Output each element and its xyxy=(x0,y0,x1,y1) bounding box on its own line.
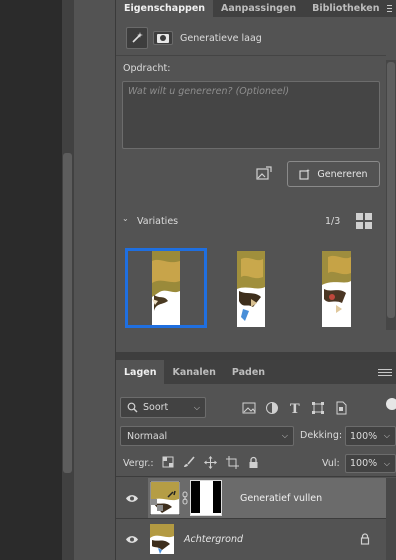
chevron-down-icon: ⌵ xyxy=(281,431,288,440)
generate-button[interactable]: Genereren xyxy=(287,161,380,187)
chevron-down-icon: ⌵ xyxy=(193,402,200,412)
opacity-value: 100% xyxy=(350,430,378,442)
lock-icons xyxy=(162,455,272,469)
variation-2-image xyxy=(237,251,265,327)
fill-input[interactable]: 100% ⌵ xyxy=(345,454,396,473)
canvas-area xyxy=(0,0,62,560)
grid-view-icon[interactable] xyxy=(356,213,372,229)
lock-icon[interactable] xyxy=(360,533,370,545)
variation-2[interactable] xyxy=(237,251,265,327)
opacity-label: Dekking: xyxy=(300,430,343,441)
tab-eigenschappen[interactable]: Eigenschappen xyxy=(116,0,214,17)
prompt-input[interactable]: Wat wilt u genereren? (Optioneel) xyxy=(122,81,380,149)
layer-mask-thumbnail[interactable] xyxy=(190,480,222,516)
variations-label: Variaties xyxy=(137,216,179,227)
variations-counter: 1/3 xyxy=(325,216,341,227)
layer-row-generatief-vullen[interactable]: Generatief vullen xyxy=(116,478,396,518)
tab-kanalen[interactable]: Kanalen xyxy=(164,360,223,384)
layer-row-achtergrond[interactable]: Achtergrond xyxy=(116,519,396,559)
chevron-down-icon: ⌵ xyxy=(383,431,390,440)
opacity-input[interactable]: 100% ⌵ xyxy=(345,426,396,446)
blend-mode-select[interactable]: Normaal ⌵ xyxy=(120,426,294,446)
generate-button-label: Genereren xyxy=(317,168,368,180)
blend-mode-value: Normaal xyxy=(127,430,168,442)
layer-thumbnail xyxy=(150,524,174,554)
panel-divider xyxy=(116,352,396,360)
variation-3-image xyxy=(322,251,351,327)
mask-icon[interactable] xyxy=(153,31,173,45)
divider xyxy=(116,476,396,477)
tab-bibliotheken[interactable]: Bibliotheken xyxy=(304,0,387,17)
prompt-label: Opdracht: xyxy=(123,63,171,74)
tab-paden[interactable]: Paden xyxy=(224,360,273,384)
link-icon[interactable] xyxy=(180,491,190,505)
generate-icon xyxy=(299,168,311,180)
panel-gutter xyxy=(74,0,116,560)
lock-all-icon[interactable] xyxy=(248,456,259,469)
layers-scrollbar[interactable] xyxy=(386,478,396,560)
layers-tab-bar: Lagen Kanalen Paden xyxy=(116,360,396,384)
lock-transparent-icon[interactable] xyxy=(162,456,174,468)
search-icon xyxy=(127,402,138,413)
adjustment-filter-icon[interactable] xyxy=(265,401,279,415)
svg-text:T: T xyxy=(290,402,300,415)
lock-move-icon[interactable] xyxy=(204,455,217,469)
layer-filter-label: Soort xyxy=(143,402,169,413)
layers-menu-icon[interactable] xyxy=(378,360,396,384)
variation-3[interactable] xyxy=(322,251,351,327)
layer-name[interactable]: Achtergrond xyxy=(184,534,243,545)
generative-layer-icon[interactable] xyxy=(126,27,148,49)
shape-filter-icon[interactable] xyxy=(311,401,325,415)
layer-filter-select[interactable]: Soort ⌵ xyxy=(120,397,206,418)
properties-scrollbar-thumb[interactable] xyxy=(387,62,395,318)
type-filter-icon[interactable]: T xyxy=(288,401,302,415)
layer-filter-icons: T xyxy=(242,400,382,416)
fill-label: Vul: xyxy=(322,458,340,469)
eye-icon[interactable] xyxy=(116,519,148,559)
fill-value: 100% xyxy=(350,458,378,469)
chevron-down-icon[interactable]: ⌄ xyxy=(122,214,129,223)
layer-type-label: Generatieve laag xyxy=(180,33,262,44)
layer-thumbnail xyxy=(150,481,180,515)
image-filter-icon[interactable] xyxy=(242,402,256,414)
chevron-down-icon: ⌵ xyxy=(383,458,390,468)
tab-aanpassingen[interactable]: Aanpassingen xyxy=(213,0,304,17)
properties-tab-bar: Eigenschappen Aanpassingen Bibliotheken xyxy=(116,0,396,17)
variation-1-image xyxy=(152,251,180,325)
divider xyxy=(116,55,386,56)
layer-name[interactable]: Generatief vullen xyxy=(240,493,322,504)
tab-lagen[interactable]: Lagen xyxy=(116,360,165,384)
smart-object-filter-icon[interactable] xyxy=(334,401,348,415)
lock-brush-icon[interactable] xyxy=(183,456,195,468)
lock-label: Vergr.: xyxy=(123,458,154,469)
eye-icon[interactable] xyxy=(116,478,148,518)
filter-toggle[interactable] xyxy=(386,398,396,410)
panel-menu-icon[interactable] xyxy=(387,0,396,17)
divider xyxy=(116,518,386,519)
lock-artboard-icon[interactable] xyxy=(226,455,239,469)
variation-1-selected[interactable] xyxy=(125,248,207,328)
canvas-scrollbar-thumb[interactable] xyxy=(63,153,72,473)
reference-image-icon[interactable] xyxy=(255,165,273,183)
